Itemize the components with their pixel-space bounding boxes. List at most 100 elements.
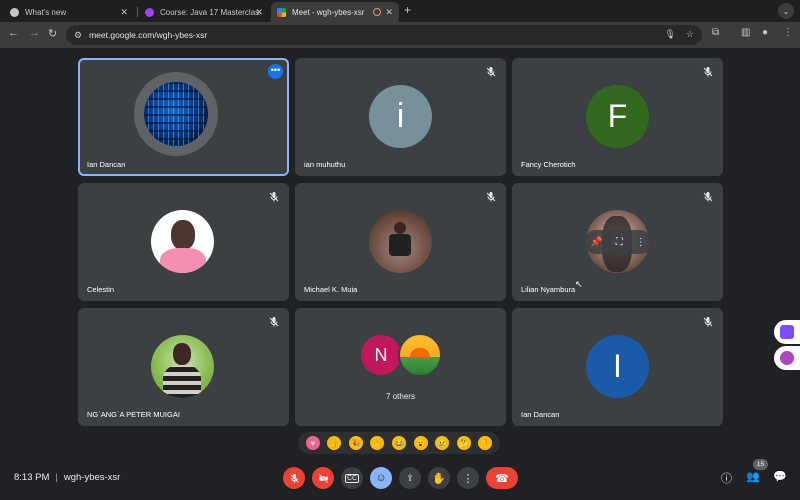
tab-title: Course: Java 17 Masterclass: xyxy=(160,7,260,17)
tab-divider xyxy=(137,7,138,17)
avatar xyxy=(151,335,214,398)
chat-icon[interactable]: 💬 xyxy=(773,470,787,483)
avatar: i xyxy=(369,85,432,148)
mic-off-icon xyxy=(269,192,279,202)
camera-toggle-button[interactable] xyxy=(312,467,334,489)
close-icon[interactable]: ✕ xyxy=(120,7,128,18)
close-icon[interactable]: ✕ xyxy=(385,7,393,18)
microphone-toggle-button[interactable] xyxy=(283,467,305,489)
participant-tile[interactable]: 📌 ⛶ ⋮ Lilian Nyambura ↖ xyxy=(512,183,723,301)
browser-toolbar: ← → ↻ ⚙ meet.google.com/wgh-ybes-xsr 🎙 ☆… xyxy=(0,22,800,48)
party-popper-icon[interactable]: 🎉 xyxy=(348,436,363,450)
thumbs-down-icon[interactable]: 👎 xyxy=(478,436,493,450)
browser-menu-icon[interactable]: ⋮ xyxy=(783,27,793,38)
participant-name: Lilian Nyambura xyxy=(521,285,576,294)
participant-name: Fancy Cherotich xyxy=(521,160,576,169)
tears-of-joy-icon[interactable]: 😂 xyxy=(391,436,406,450)
browser-tab-bar: What's new ✕ Course: Java 17 Masterclass… xyxy=(0,0,800,22)
meeting-code: wgh-ybes-xsr xyxy=(63,472,121,483)
profile-icon[interactable]: ● xyxy=(762,27,768,38)
extensions-icon[interactable]: ⧉ xyxy=(712,27,719,38)
meeting-details: 8:13 PM | wgh-ybes-xsr xyxy=(14,472,120,483)
mic-off-icon xyxy=(269,317,279,327)
sparkling-heart-icon[interactable]: ♥ xyxy=(305,436,320,450)
mic-off-icon xyxy=(703,192,713,202)
tab-title: Meet - wgh-ybes-xsr xyxy=(292,7,365,17)
avatar: N xyxy=(361,335,401,375)
side-panel-icon[interactable]: ▥ xyxy=(741,27,750,38)
recording-icon xyxy=(373,8,381,16)
hand-icon: ✋ xyxy=(432,472,446,485)
brain-icon xyxy=(780,351,794,365)
tab-course[interactable]: Course: Java 17 Masterclass: ✕ xyxy=(139,2,269,22)
mouse-cursor-icon: ↖ xyxy=(575,279,583,289)
thinking-icon[interactable]: 🤔 xyxy=(456,436,471,450)
more-vert-icon: ⋮ xyxy=(462,472,474,485)
clapping-hands-icon[interactable]: 👏 xyxy=(370,436,385,450)
tab-whats-new[interactable]: What's new ✕ xyxy=(4,2,134,22)
tile-hover-controls: 📌 ⛶ ⋮ xyxy=(584,230,652,254)
separator: | xyxy=(55,472,58,483)
avatar xyxy=(144,82,208,146)
participant-count-badge: 15 xyxy=(753,459,768,470)
more-options-icon[interactable]: ••• xyxy=(268,64,283,79)
site-info-icon[interactable]: ⚙ xyxy=(74,30,82,41)
participant-tile[interactable]: Michael K. Muia xyxy=(295,183,506,301)
forward-button[interactable]: → xyxy=(29,27,40,39)
companion-ai-button[interactable] xyxy=(774,346,800,370)
tab-search-button[interactable]: ⌄ xyxy=(778,3,794,19)
bookmark-star-icon[interactable]: ☆ xyxy=(686,29,694,40)
pin-icon[interactable]: 📌 xyxy=(590,237,602,248)
microphone-icon[interactable]: 🎙 xyxy=(664,29,675,40)
others-tile[interactable]: N 7 others xyxy=(295,308,506,426)
participant-name: Celestin xyxy=(87,285,115,294)
people-icon[interactable]: 👥 xyxy=(746,470,760,483)
mic-off-icon xyxy=(486,67,496,77)
participant-tile[interactable]: Celestin xyxy=(78,183,289,301)
avatar xyxy=(398,333,442,377)
participant-name: Ian Dancan xyxy=(521,410,560,419)
participant-tile[interactable]: F Fancy Cherotich xyxy=(512,58,723,176)
participant-tile[interactable]: ••• Ian Dancan xyxy=(78,58,289,176)
participant-tile[interactable]: I Ian Dancan xyxy=(512,308,723,426)
meeting-info-icon[interactable]: ⓘ xyxy=(721,470,732,486)
camera-off-icon xyxy=(318,473,328,483)
tab-title: What's new xyxy=(25,7,67,17)
close-icon[interactable]: ✕ xyxy=(255,7,263,18)
more-options-button[interactable]: ⋮ xyxy=(457,467,479,489)
present-icon: ⇪ xyxy=(406,472,414,483)
more-options-icon[interactable]: ⋮ xyxy=(636,237,646,248)
crying-icon[interactable]: 😢 xyxy=(435,436,450,450)
fullscreen-icon[interactable]: ⛶ xyxy=(616,237,623,248)
participant-tile[interactable]: NG`ANG`A PETER MUIGAI xyxy=(78,308,289,426)
address-bar[interactable]: ⚙ meet.google.com/wgh-ybes-xsr 🎙 ☆ xyxy=(66,25,702,45)
mic-off-icon xyxy=(703,317,713,327)
others-count-label: 7 others xyxy=(386,392,415,401)
url-text: meet.google.com/wgh-ybes-xsr xyxy=(89,30,208,40)
leave-call-button[interactable]: ☎ xyxy=(486,467,518,489)
captions-button[interactable]: CC xyxy=(341,467,363,489)
avatar: F xyxy=(586,85,649,148)
companion-translate-button[interactable] xyxy=(774,320,800,344)
participant-tile[interactable]: i ian muhuthu xyxy=(295,58,506,176)
reload-button[interactable]: ↻ xyxy=(48,27,57,40)
avatar xyxy=(369,210,432,273)
new-tab-button[interactable]: + xyxy=(404,3,411,17)
mic-off-icon xyxy=(703,67,713,77)
present-screen-button[interactable]: ⇪ xyxy=(399,467,421,489)
reactions-button[interactable]: ☺ xyxy=(370,467,392,489)
participant-name: Michael K. Muia xyxy=(304,285,358,294)
captions-icon: CC xyxy=(344,473,360,483)
participant-name: NG`ANG`A PETER MUIGAI xyxy=(87,410,180,419)
chrome-icon xyxy=(10,7,19,17)
tab-meet[interactable]: Meet - wgh-ybes-xsr ✕ xyxy=(271,2,399,22)
reactions-bar: ♥ 👍 🎉 👏 😂 😮 😢 🤔 👎 xyxy=(298,432,500,454)
raise-hand-button[interactable]: ✋ xyxy=(428,467,450,489)
avatar-ring xyxy=(134,72,218,156)
thumbs-up-icon[interactable]: 👍 xyxy=(327,436,342,450)
mic-off-icon xyxy=(290,473,298,483)
hang-up-icon: ☎ xyxy=(495,472,509,485)
participant-name: Ian Dancan xyxy=(87,160,126,169)
surprised-icon[interactable]: 😮 xyxy=(413,436,428,450)
back-button[interactable]: ← xyxy=(8,27,19,39)
